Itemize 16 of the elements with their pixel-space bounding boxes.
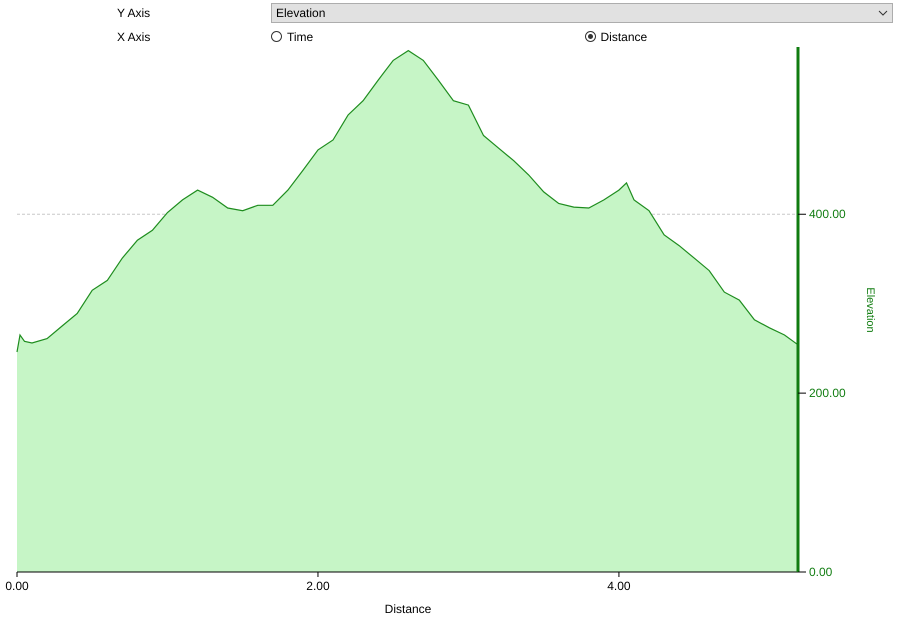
chevron-down-icon xyxy=(878,10,888,16)
y-tick-label: 200.00 xyxy=(809,386,846,400)
y-axis-label: Y Axis xyxy=(116,6,152,20)
radio-label[interactable]: Time xyxy=(287,30,314,44)
y-axis-dropdown[interactable]: Elevation xyxy=(271,3,893,23)
x-axis-title: Distance xyxy=(384,602,432,616)
radio-button[interactable] xyxy=(271,31,282,42)
y-tick-label: 0.00 xyxy=(809,565,832,579)
radio-button[interactable] xyxy=(584,31,596,42)
y-axis-title: Elevation xyxy=(864,287,876,333)
x-tick-label: 2.00 xyxy=(306,579,330,593)
x-axis-label: X Axis xyxy=(116,30,152,44)
radio-label[interactable]: Distance xyxy=(600,30,648,44)
y-tick-label: 400.00 xyxy=(809,207,846,222)
x-tick-label: 0.00 xyxy=(5,579,29,593)
x-tick-label: 4.00 xyxy=(607,579,631,593)
